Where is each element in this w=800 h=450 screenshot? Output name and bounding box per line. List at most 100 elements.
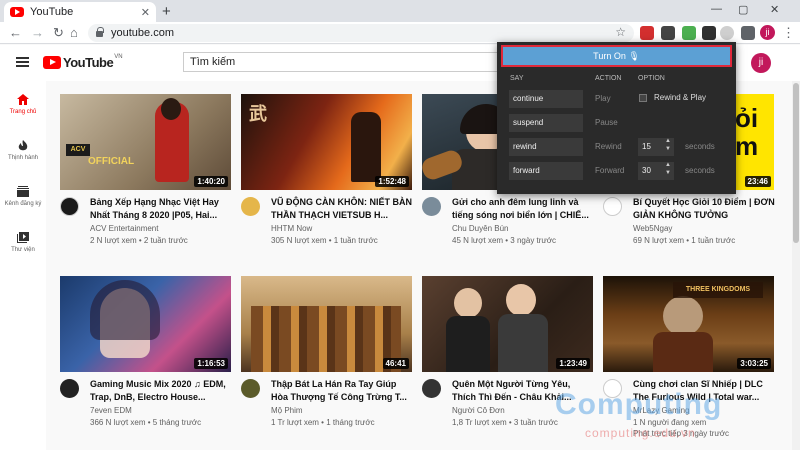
forward-icon[interactable]: →: [31, 25, 44, 40]
video-thumbnail[interactable]: ACV OFFICIAL 1:40:20: [60, 94, 231, 190]
video-duration: 46:41: [382, 358, 409, 369]
browser-profile-avatar[interactable]: ji: [760, 25, 775, 40]
action-play: Play: [595, 94, 611, 103]
voice-extension-icon[interactable]: [720, 26, 734, 40]
video-thumbnail[interactable]: 武 1:52:48: [241, 94, 412, 190]
video-duration: 3:03:25: [737, 358, 771, 369]
channel-avatar[interactable]: [241, 197, 260, 216]
extension-icon[interactable]: [682, 26, 696, 40]
sidebar-item-home[interactable]: Trang chủ: [0, 94, 46, 115]
sidebar-item-library[interactable]: Thư viện: [0, 232, 46, 253]
maximize-button[interactable]: ▢: [738, 3, 748, 16]
menu-kebab-icon[interactable]: ⋮: [782, 25, 795, 41]
trending-icon: [18, 140, 28, 151]
tab-title: YouTube: [30, 6, 74, 18]
close-tab-icon[interactable]: ✕: [141, 6, 150, 19]
browser-toolbar: ← → ↻ ⌂ youtube.com ☆ ji ⋮: [0, 22, 800, 44]
channel-avatar[interactable]: [603, 197, 622, 216]
home-icon: [17, 94, 29, 105]
extension-icon[interactable]: [640, 26, 654, 40]
video-stats: 45 N lượt xem • 3 ngày trước: [452, 236, 557, 245]
sidebar-item-trending[interactable]: Thịnh hành: [0, 140, 46, 161]
video-stats: 305 N lượt xem • 1 tuần trước: [271, 236, 378, 245]
channel-name[interactable]: Chu Duyên Bún: [452, 224, 508, 233]
channel-avatar[interactable]: [422, 379, 441, 398]
action-rewind: Rewind: [595, 142, 622, 151]
channel-name[interactable]: Web5Ngay: [633, 224, 672, 233]
option-header: OPTION: [638, 75, 665, 82]
channel-avatar[interactable]: [60, 379, 79, 398]
search-input[interactable]: Tìm kiếm: [183, 52, 503, 72]
channel-name[interactable]: HHTM Now: [271, 224, 312, 233]
video-card[interactable]: 46:41 Thập Bát La Hán Ra Tay Giúp Hòa Th…: [241, 276, 412, 430]
rewind-unit: seconds: [685, 142, 715, 151]
action-forward: Forward: [595, 166, 625, 175]
page-scrollbar[interactable]: [792, 81, 800, 450]
extensions-puzzle-icon[interactable]: [741, 26, 755, 40]
video-thumbnail[interactable]: 1:16:53: [60, 276, 231, 372]
rewind-stepper-icon[interactable]: ▲ ▼: [665, 137, 671, 153]
say-rewind-input[interactable]: rewind: [509, 138, 583, 156]
video-stats: 69 N lượt xem • 1 tuần trước: [633, 236, 736, 245]
action-header: ACTION: [595, 75, 622, 82]
new-tab-button[interactable]: +: [162, 3, 171, 20]
browser-tab[interactable]: YouTube ✕: [4, 2, 156, 22]
watermark-text: Computing: [555, 388, 723, 421]
back-icon[interactable]: ←: [9, 25, 22, 40]
hamburger-menu-icon[interactable]: [16, 57, 29, 67]
sidebar-item-subscriptions[interactable]: Kênh đăng ký: [0, 186, 46, 207]
rewind-play-checkbox[interactable]: [639, 94, 647, 102]
forward-unit: seconds: [685, 166, 715, 175]
account-avatar[interactable]: ji: [751, 53, 771, 73]
say-continue-input[interactable]: continue: [509, 90, 583, 108]
youtube-favicon-icon: [10, 7, 24, 17]
video-title[interactable]: Thập Bát La Hán Ra Tay Giúp Hòa Thượng T…: [271, 378, 415, 404]
minimize-button[interactable]: —: [711, 3, 722, 15]
video-thumbnail[interactable]: 1:23:49: [422, 276, 593, 372]
home-browser-icon[interactable]: ⌂: [70, 25, 78, 40]
sidebar: Trang chủ Thịnh hành Kênh đăng ký Thư vi…: [0, 81, 46, 450]
video-stats: 1,8 Tr lượt xem • 3 tuần trước: [452, 418, 558, 427]
video-title[interactable]: Gaming Music Mix 2020 ♫ EDM, Trap, DnB, …: [90, 378, 234, 404]
video-duration: 1:23:49: [556, 358, 590, 369]
video-title[interactable]: Bảng Xếp Hạng Nhạc Việt Hay Nhất Tháng 8…: [90, 196, 234, 222]
video-card[interactable]: 武 1:52:48 VŨ ĐỘNG CÀN KHÔN: NIẾT BÀN THẦ…: [241, 94, 412, 248]
voice-control-popup: Turn On 🎙 SAY ACTION OPTION continue Pla…: [497, 42, 736, 194]
video-thumbnail[interactable]: 46:41: [241, 276, 412, 372]
channel-name[interactable]: 7even EDM: [90, 406, 132, 415]
video-title[interactable]: Gửi cho anh đêm lung linh và tiếng sóng …: [452, 196, 596, 222]
video-stats: 366 N lượt xem • 5 tháng trước: [90, 418, 202, 427]
reload-icon[interactable]: ↻: [53, 25, 64, 41]
say-forward-input[interactable]: forward: [509, 162, 583, 180]
video-duration: 23:46: [744, 176, 771, 187]
video-thumbnail[interactable]: THREE KINGDOMS 3:03:25: [603, 276, 774, 372]
url-text: youtube.com: [111, 27, 174, 39]
action-pause: Pause: [595, 118, 618, 127]
microphone-icon: 🎙: [628, 51, 640, 61]
channel-avatar[interactable]: [422, 197, 441, 216]
video-stats: 2 N lượt xem • 2 tuần trước: [90, 236, 188, 245]
extension-icon[interactable]: [661, 26, 675, 40]
video-card[interactable]: 1:16:53 Gaming Music Mix 2020 ♫ EDM, Tra…: [60, 276, 231, 430]
video-title[interactable]: VŨ ĐỘNG CÀN KHÔN: NIẾT BÀN THẦN THẠCH VI…: [271, 196, 415, 222]
say-header: SAY: [510, 75, 524, 82]
bookmark-star-icon[interactable]: ☆: [615, 25, 626, 39]
channel-avatar[interactable]: [60, 197, 79, 216]
video-card[interactable]: ACV OFFICIAL 1:40:20 Bảng Xếp Hạng Nhạc …: [60, 94, 231, 248]
library-icon: [17, 232, 29, 243]
address-bar[interactable]: youtube.com ☆: [88, 24, 634, 42]
video-stats: 1 Tr lượt xem • 1 tháng trước: [271, 418, 375, 427]
forward-stepper-icon[interactable]: ▲ ▼: [665, 161, 671, 177]
youtube-logo[interactable]: YouTube VN: [43, 54, 123, 70]
lock-icon: [96, 27, 104, 37]
turn-on-button[interactable]: Turn On 🎙: [501, 45, 732, 67]
channel-name[interactable]: ACV Entertainment: [90, 224, 158, 233]
video-title[interactable]: Bí Quyết Học Giỏi 10 Điểm | ĐƠN GIẢN KHÔ…: [633, 196, 777, 222]
extension-icon[interactable]: [702, 26, 716, 40]
say-suspend-input[interactable]: suspend: [509, 114, 583, 132]
channel-name[interactable]: Người Cô Đơn: [452, 406, 505, 415]
channel-avatar[interactable]: [241, 379, 260, 398]
close-window-button[interactable]: ✕: [770, 3, 779, 16]
scrollbar-thumb[interactable]: [793, 83, 799, 243]
channel-name[interactable]: Mộ Phim: [271, 406, 303, 415]
